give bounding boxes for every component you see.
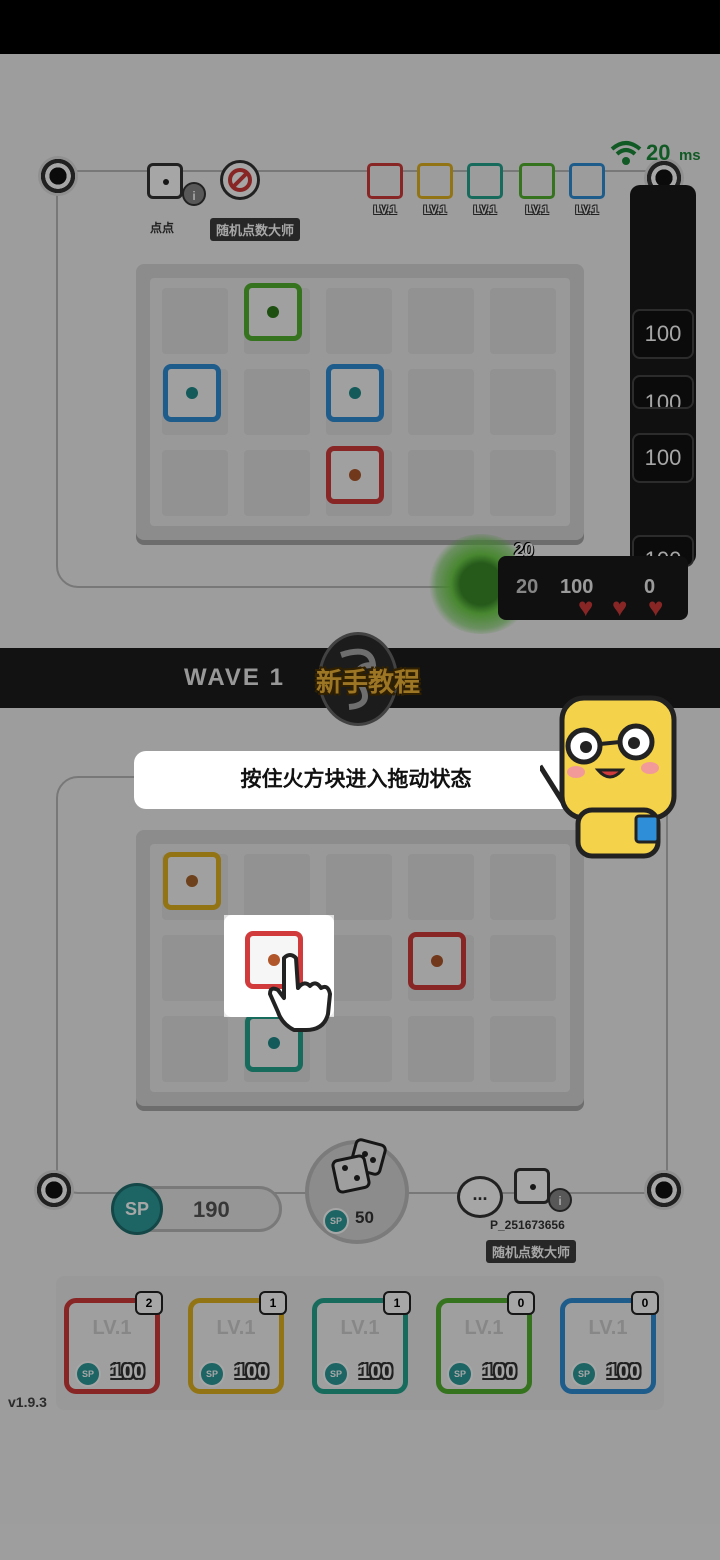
tutorial-overlay-right: [334, 915, 720, 1017]
tutorial-tip-bubble: 按住火方块进入拖动状态: [134, 751, 578, 809]
mascot-icon: [537, 692, 680, 862]
pointer-hand-icon: [266, 950, 336, 1039]
tutorial-tip-text: 按住火方块进入拖动状态: [240, 768, 472, 791]
status-bar: [0, 0, 720, 54]
tutorial-overlay-left: [0, 915, 224, 1017]
tutorial-overlay-bottom: [0, 1017, 720, 1560]
